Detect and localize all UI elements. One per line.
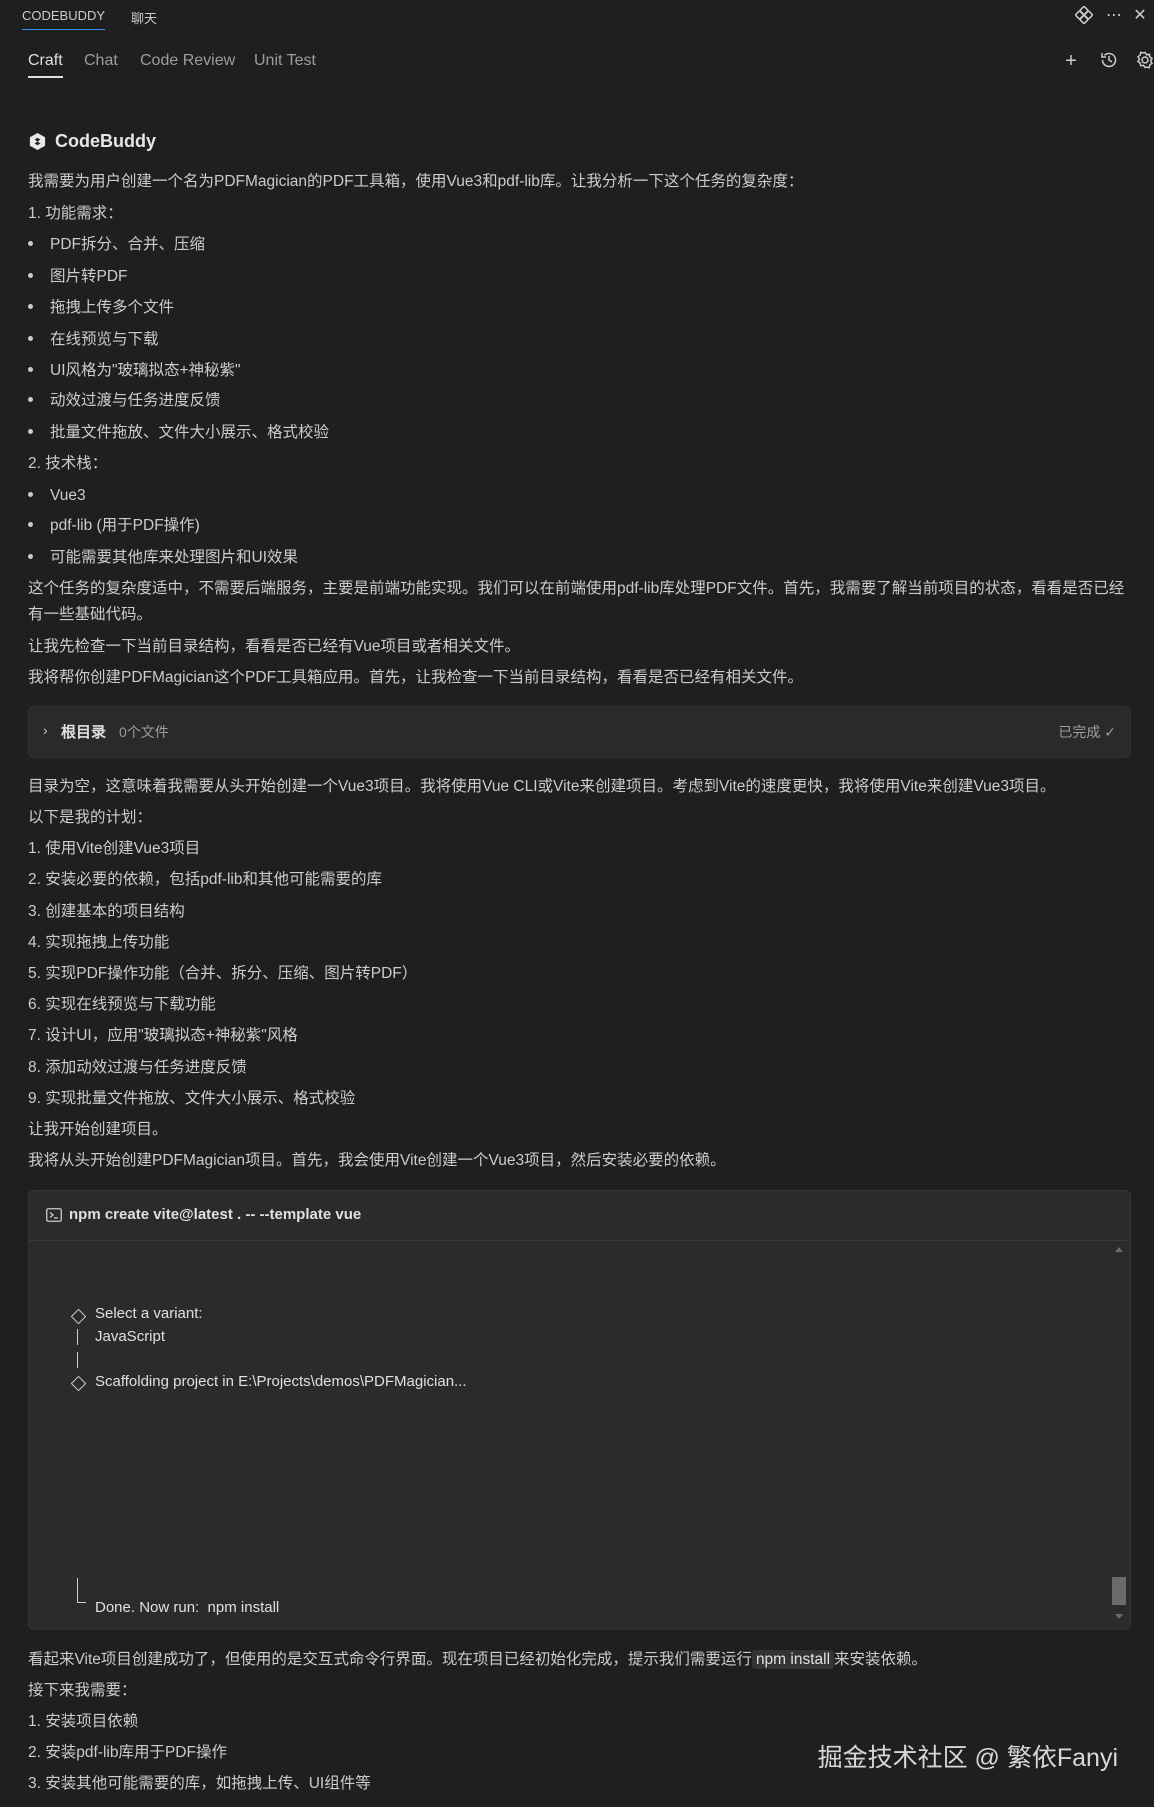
tree-line <box>77 1578 78 1594</box>
next-step: 2. 安装pdf-lib库用于PDF操作 <box>28 1744 227 1761</box>
tree-corner <box>77 1594 86 1603</box>
plan-step: 1. 使用Vite创建Vue3项目 <box>28 840 201 857</box>
inline-code: npm install <box>751 1650 835 1669</box>
from-scratch-text: 我将从头开始创建PDFMagician项目。首先，我会使用Vite创建一个Vue… <box>28 1152 726 1169</box>
terminal-line: Done. Now run: npm install <box>95 1599 280 1616</box>
tech-title: 2. 技术栈： <box>28 455 108 472</box>
next-title: 接下来我需要： <box>28 1682 137 1699</box>
next-step: 1. 安装项目依赖 <box>28 1713 139 1730</box>
list-item: 批量文件拖放、文件大小展示、格式校验 <box>28 422 329 444</box>
list-item: UI风格为"玻璃拟态+神秘紫" <box>28 360 241 382</box>
tab-unit-test[interactable]: Unit Test <box>254 52 316 70</box>
plan-step: 3. 创建基本的项目结构 <box>28 903 185 920</box>
intro-text: 我需要为用户创建一个名为PDFMagician的PDF工具箱，使用Vue3和pd… <box>28 173 804 190</box>
analysis-text: 这个任务的复杂度适中，不需要后端服务，主要是前端功能实现。我们可以在前端使用pd… <box>28 580 1125 623</box>
tree-line <box>77 1352 78 1368</box>
terminal-line: Scaffolding project in E:\Projects\demos… <box>95 1373 467 1390</box>
terminal-icon <box>46 1208 62 1222</box>
assistant-name: CodeBuddy <box>55 130 156 151</box>
diamond-icon <box>70 1308 87 1325</box>
list-item: 动效过渡与任务进度反馈 <box>28 390 221 412</box>
add-icon[interactable]: + <box>1060 50 1082 72</box>
next-step: 3. 安装其他可能需要的库，如拖拽上传、UI组件等 <box>28 1775 371 1792</box>
terminal-scrollbar[interactable] <box>1112 1247 1126 1619</box>
codebuddy-logo-icon <box>29 132 46 150</box>
diamond-icon <box>70 1375 87 1392</box>
file-count: 0个文件 <box>119 724 169 740</box>
terminal-header: npm create vite@latest . -- --template v… <box>29 1191 1130 1241</box>
plan-step: 2. 安装必要的依赖，包括pdf-lib和其他可能需要的库 <box>28 871 382 888</box>
list-item: PDF拆分、合并、压缩 <box>28 234 205 256</box>
plan-step: 5. 实现PDF操作功能（合并、拆分、压缩、图片转PDF） <box>28 965 418 982</box>
check-dir-text: 让我先检查一下当前目录结构，看看是否已经有Vue项目或者相关文件。 <box>28 638 521 655</box>
close-icon[interactable]: ✕ <box>1130 6 1150 26</box>
tab-chat[interactable]: Chat <box>84 52 118 70</box>
scroll-up-icon[interactable] <box>1115 1247 1123 1252</box>
panel-topbar: CODEBUDDY 聊天 ⋯ ✕ <box>0 0 1154 32</box>
watermark: 掘金技术社区 @ 繁依Fanyi <box>817 1744 1118 1772</box>
tab-craft[interactable]: Craft <box>28 52 63 78</box>
followup-text: 看起来Vite项目创建成功了，但使用的是交互式命令行界面。现在项目已经初始化完成… <box>28 1650 928 1669</box>
list-item: pdf-lib (用于PDF操作) <box>28 515 200 537</box>
settings-icon[interactable] <box>1134 50 1154 72</box>
directory-tool-card[interactable]: › 根目录 0个文件 已完成 ✓ <box>28 706 1131 758</box>
check-icon: ✓ <box>1104 724 1116 740</box>
list-item: 拖拽上传多个文件 <box>28 297 174 319</box>
scroll-down-icon[interactable] <box>1115 1614 1123 1619</box>
plan-step: 7. 设计UI，应用"玻璃拟态+神秘紫"风格 <box>28 1027 298 1044</box>
list-item: 图片转PDF <box>28 266 128 288</box>
terminal-card: npm create vite@latest . -- --template v… <box>28 1190 1131 1630</box>
tree-line <box>77 1329 78 1345</box>
more-icon[interactable]: ⋯ <box>1104 6 1124 26</box>
extension-icon[interactable] <box>1074 5 1094 26</box>
plan-title: 以下是我的计划： <box>28 809 153 826</box>
start-text: 让我开始创建项目。 <box>28 1121 168 1138</box>
assistant-header: CodeBuddy <box>28 128 156 154</box>
tab-code-review[interactable]: Code Review <box>140 52 235 70</box>
tab-codebuddy[interactable]: CODEBUDDY <box>22 8 106 30</box>
plan-step: 6. 实现在线预览与下载功能 <box>28 996 216 1013</box>
terminal-line: JavaScript <box>95 1328 166 1345</box>
scroll-thumb[interactable] <box>1112 1577 1126 1605</box>
requirements-title: 1. 功能需求： <box>28 205 123 222</box>
terminal-command: npm create vite@latest . -- --template v… <box>69 1206 362 1223</box>
plan-step: 4. 实现拖拽上传功能 <box>28 934 170 951</box>
mode-tabs: Craft Chat Code Review Unit Test + <box>0 44 1154 80</box>
plan-step: 9. 实现批量文件拖放、文件大小展示、格式校验 <box>28 1090 356 1107</box>
list-item: Vue3 <box>28 485 86 507</box>
tab-chat-cn[interactable]: 聊天 <box>131 8 157 27</box>
chevron-right-icon[interactable]: › <box>43 722 48 738</box>
list-item: 可能需要其他库来处理图片和UI效果 <box>28 547 298 569</box>
directory-label: 根目录 <box>61 724 107 741</box>
empty-dir-text: 目录为空，这意味着我需要从头开始创建一个Vue3项目。我将使用Vue CLI或V… <box>28 778 1056 795</box>
terminal-line: Select a variant: <box>95 1305 203 1322</box>
plan-step: 8. 添加动效过渡与任务进度反馈 <box>28 1059 247 1076</box>
list-item: 在线预览与下载 <box>28 329 159 351</box>
tool-status: 已完成 ✓ <box>1058 724 1116 740</box>
history-icon[interactable] <box>1098 50 1120 72</box>
will-help-text: 我将帮你创建PDFMagician这个PDF工具箱应用。首先，让我检查一下当前目… <box>28 669 804 686</box>
